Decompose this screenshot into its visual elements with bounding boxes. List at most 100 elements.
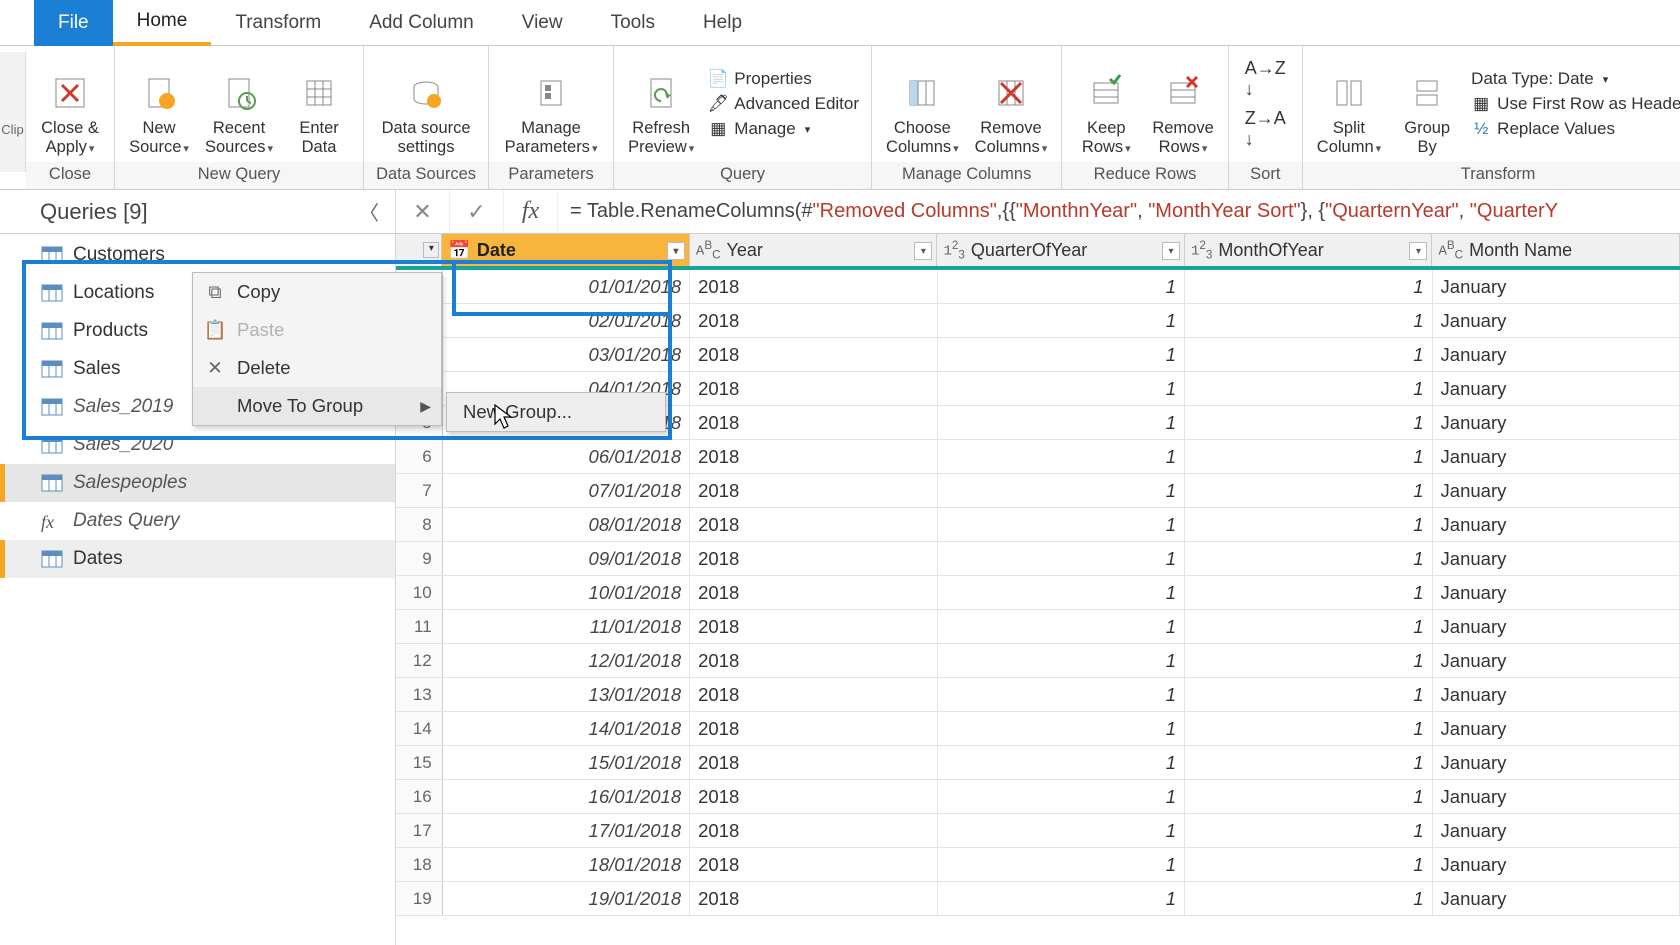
cell-quarter[interactable]: 1 (938, 474, 1185, 507)
cell-monthname[interactable]: January (1433, 508, 1680, 541)
replace-values-button[interactable]: ½Replace Values (1471, 119, 1680, 139)
query-item-customers[interactable]: Customers (0, 236, 395, 274)
cell-month[interactable]: 1 (1185, 848, 1432, 881)
cell-year[interactable]: 2018 (690, 474, 937, 507)
cell-date[interactable]: 14/01/2018 (443, 712, 690, 745)
cell-month[interactable]: 1 (1185, 882, 1432, 915)
cell-date[interactable]: 12/01/2018 (443, 644, 690, 677)
cell-quarter[interactable]: 1 (938, 406, 1185, 439)
cell-month[interactable]: 1 (1185, 814, 1432, 847)
sort-desc-button[interactable]: Z→A ↓ (1245, 108, 1286, 150)
tab-file[interactable]: File (34, 0, 113, 46)
recent-sources-button[interactable]: Recent Sources (197, 50, 281, 158)
cell-date[interactable]: 15/01/2018 (443, 746, 690, 779)
cell-month[interactable]: 1 (1185, 576, 1432, 609)
cell-month[interactable]: 1 (1185, 406, 1432, 439)
fx-button[interactable]: fx (504, 190, 558, 233)
commit-formula-button[interactable]: ✓ (450, 190, 504, 233)
cell-monthname[interactable]: January (1433, 440, 1680, 473)
remove-rows-button[interactable]: Remove Rows (1144, 50, 1221, 158)
cell-year[interactable]: 2018 (690, 644, 937, 677)
cell-date[interactable]: 06/01/2018 (443, 440, 690, 473)
column-header-date[interactable]: 📅 Date ▾ (442, 234, 690, 266)
cell-date[interactable]: 10/01/2018 (443, 576, 690, 609)
cell-month[interactable]: 1 (1185, 440, 1432, 473)
query-item-salespeoples[interactable]: Salespeoples (0, 464, 395, 502)
properties-button[interactable]: 📄Properties (708, 69, 859, 89)
cell-date[interactable]: 19/01/2018 (443, 882, 690, 915)
table-row[interactable]: 101/01/2018201811January (396, 270, 1680, 304)
manage-parameters-button[interactable]: Manage Parameters (495, 50, 607, 158)
cell-quarter[interactable]: 1 (938, 610, 1185, 643)
advanced-editor-button[interactable]: 🖋Advanced Editor (708, 94, 859, 114)
cell-month[interactable]: 1 (1185, 474, 1432, 507)
cell-quarter[interactable]: 1 (938, 304, 1185, 337)
remove-columns-button[interactable]: Remove Columns (967, 50, 1056, 158)
cell-monthname[interactable]: January (1433, 746, 1680, 779)
ctx-copy[interactable]: ⧉Copy (193, 273, 441, 311)
cell-year[interactable]: 2018 (690, 610, 937, 643)
cell-year[interactable]: 2018 (690, 372, 937, 405)
cell-month[interactable]: 1 (1185, 270, 1432, 303)
table-row[interactable]: 707/01/2018201811January (396, 474, 1680, 508)
table-row[interactable]: 202/01/2018201811January (396, 304, 1680, 338)
cell-date[interactable]: 11/01/2018 (443, 610, 690, 643)
table-row[interactable]: 1616/01/2018201811January (396, 780, 1680, 814)
cell-quarter[interactable]: 1 (938, 814, 1185, 847)
collapse-queries-icon[interactable]: 〈 (359, 197, 379, 226)
manage-button[interactable]: ▦Manage▾ (708, 119, 859, 139)
group-by-button[interactable]: Group By (1389, 50, 1465, 158)
tab-tools[interactable]: Tools (587, 0, 679, 46)
column-filter-month[interactable]: ▾ (1409, 242, 1427, 260)
cell-monthname[interactable]: January (1433, 678, 1680, 711)
cell-monthname[interactable]: January (1433, 814, 1680, 847)
cell-monthname[interactable]: January (1433, 848, 1680, 881)
cell-year[interactable]: 2018 (690, 270, 937, 303)
cell-date[interactable]: 02/01/2018 (443, 304, 690, 337)
cell-quarter[interactable]: 1 (938, 338, 1185, 371)
cell-year[interactable]: 2018 (690, 814, 937, 847)
cell-quarter[interactable]: 1 (938, 678, 1185, 711)
keep-rows-button[interactable]: Keep Rows (1068, 50, 1144, 158)
cell-monthname[interactable]: January (1433, 474, 1680, 507)
tab-home[interactable]: Home (113, 0, 212, 46)
formula-bar[interactable]: = Table.RenameColumns(#"Removed Columns"… (558, 200, 1680, 224)
ctx-delete[interactable]: ✕Delete (193, 349, 441, 387)
new-source-button[interactable]: New Source (121, 50, 197, 158)
cell-year[interactable]: 2018 (690, 542, 937, 575)
data-type-button[interactable]: Data Type: Date▾ (1471, 69, 1680, 89)
cell-month[interactable]: 1 (1185, 542, 1432, 575)
cell-month[interactable]: 1 (1185, 780, 1432, 813)
column-filter-date[interactable]: ▾ (667, 242, 685, 260)
close-apply-button[interactable]: Close & Apply (32, 50, 108, 158)
cell-month[interactable]: 1 (1185, 712, 1432, 745)
cell-year[interactable]: 2018 (690, 338, 937, 371)
table-row[interactable]: 1010/01/2018201811January (396, 576, 1680, 610)
table-row[interactable]: 1515/01/2018201811January (396, 746, 1680, 780)
cell-quarter[interactable]: 1 (938, 746, 1185, 779)
data-source-settings-button[interactable]: Data source settings (370, 50, 482, 158)
cell-month[interactable]: 1 (1185, 746, 1432, 779)
cell-monthname[interactable]: January (1433, 780, 1680, 813)
column-header-monthname[interactable]: ABC Month Name (1432, 234, 1680, 266)
cell-monthname[interactable]: January (1433, 542, 1680, 575)
grid-body[interactable]: 101/01/2018201811January202/01/201820181… (396, 270, 1680, 941)
column-header-year[interactable]: ABC Year ▾ (690, 234, 938, 266)
cell-quarter[interactable]: 1 (938, 440, 1185, 473)
table-row[interactable]: 1717/01/2018201811January (396, 814, 1680, 848)
cell-year[interactable]: 2018 (690, 882, 937, 915)
ctx-move-to-group[interactable]: Move To Group▶ (193, 387, 441, 425)
table-row[interactable]: 808/01/2018201811January (396, 508, 1680, 542)
cell-monthname[interactable]: January (1433, 576, 1680, 609)
table-row[interactable]: 1212/01/2018201811January (396, 644, 1680, 678)
table-row[interactable]: 1313/01/2018201811January (396, 678, 1680, 712)
cell-month[interactable]: 1 (1185, 338, 1432, 371)
cell-year[interactable]: 2018 (690, 746, 937, 779)
use-first-row-button[interactable]: ▦Use First Row as Heade (1471, 94, 1680, 114)
cell-monthname[interactable]: January (1433, 644, 1680, 677)
cell-monthname[interactable]: January (1433, 372, 1680, 405)
cell-quarter[interactable]: 1 (938, 508, 1185, 541)
cell-year[interactable]: 2018 (690, 440, 937, 473)
cell-quarter[interactable]: 1 (938, 644, 1185, 677)
ctx-new-group[interactable]: New Group... (447, 393, 665, 431)
